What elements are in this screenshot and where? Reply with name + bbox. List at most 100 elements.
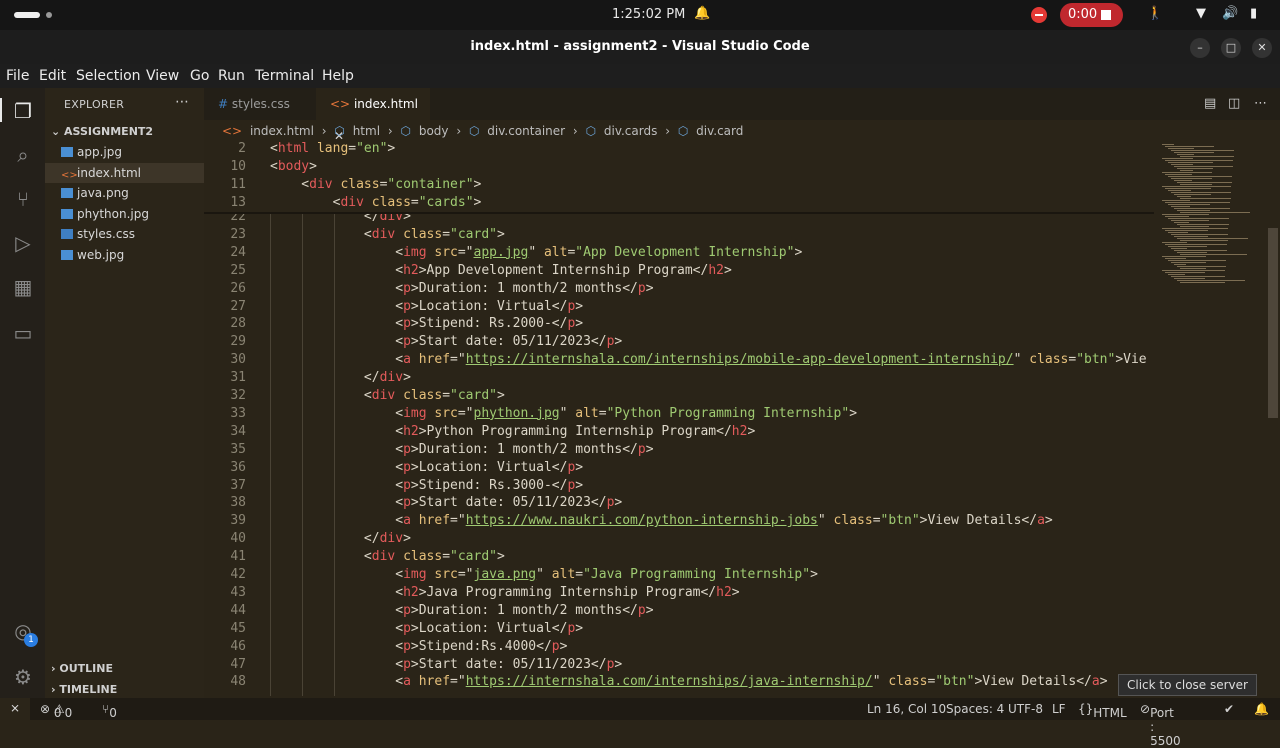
breadcrumb-file[interactable]: index.html: [250, 124, 314, 138]
breadcrumb-body[interactable]: body: [419, 124, 449, 138]
element-icon: ⬡: [468, 124, 480, 138]
code-line[interactable]: 37 <p>Stipend: Rs.3000-</p>: [204, 477, 1154, 495]
tab-index-html[interactable]: <> index.html ✕: [316, 88, 430, 143]
run-debug-icon[interactable]: ▷: [10, 230, 36, 256]
minimize-button[interactable]: –: [1190, 38, 1210, 58]
code-line[interactable]: 41 <div class="card">: [204, 548, 1154, 566]
menu-view[interactable]: View: [146, 68, 179, 84]
end-of-line[interactable]: LF: [1052, 702, 1066, 716]
code-line[interactable]: 38 <p>Start date: 05/11/2023</p>: [204, 494, 1154, 512]
settings-gear-icon[interactable]: ⚙: [10, 664, 36, 690]
code-editor[interactable]: 22 </div> 23 <div class="card"> 24 <img sr…: [204, 140, 1154, 696]
encoding[interactable]: UTF-8: [1008, 702, 1043, 716]
code-line[interactable]: 31 </div>: [204, 369, 1154, 387]
code-line[interactable]: 40 </div>: [204, 530, 1154, 548]
remote-explorer-icon[interactable]: ▭: [10, 320, 36, 346]
sticky-scroll-line[interactable]: 11 <div class="container">: [204, 175, 1154, 194]
extensions-icon[interactable]: ▦: [10, 274, 36, 300]
indentation[interactable]: Spaces: 4: [946, 702, 1004, 716]
file-index-html[interactable]: <>index.html: [45, 163, 204, 183]
accessibility-icon[interactable]: 🚶: [1147, 6, 1163, 21]
code-line[interactable]: 45 <p>Location: Virtual</p>: [204, 620, 1154, 638]
file-java-png[interactable]: java.png: [45, 183, 204, 203]
more-actions-icon[interactable]: ⋯: [175, 94, 189, 110]
code-line[interactable]: 32 <div class="card">: [204, 387, 1154, 405]
wifi-icon[interactable]: ▼: [1196, 6, 1206, 21]
vertical-scrollbar[interactable]: [1268, 228, 1278, 418]
workspace-indicator[interactable]: [14, 12, 40, 18]
language-mode[interactable]: {} HTML: [1078, 702, 1127, 720]
file-web-jpg[interactable]: web.jpg: [45, 245, 204, 265]
explorer-icon[interactable]: ❐: [10, 98, 36, 124]
timeline-section[interactable]: › TIMELINE: [51, 683, 117, 696]
remote-indicator[interactable]: ⨯: [0, 698, 30, 720]
code-line[interactable]: 25 <h2>App Development Internship Progra…: [204, 262, 1154, 280]
sticky-scroll-line[interactable]: 2 <html lang="en">: [204, 140, 1154, 158]
menu-run[interactable]: Run: [218, 68, 245, 84]
problems-indicator[interactable]: ⊗ 0 ⚠ 0: [40, 702, 72, 720]
code-line[interactable]: 30 <a href="https://internshala.com/inte…: [204, 351, 1154, 369]
file-styles-css[interactable]: styles.css: [45, 224, 204, 244]
maximize-button[interactable]: □: [1221, 38, 1241, 58]
line-number: 46: [230, 638, 246, 654]
line-number: 40: [230, 531, 246, 547]
breadcrumb-container[interactable]: div.container: [487, 124, 565, 138]
cursor-position[interactable]: Ln 16, Col 10: [867, 702, 946, 716]
code-line[interactable]: 39 <a href="https://www.naukri.com/pytho…: [204, 512, 1154, 530]
code-line[interactable]: 26 <p>Duration: 1 month/2 months</p>: [204, 280, 1154, 298]
notifications-bell-icon[interactable]: 🔔: [1254, 702, 1269, 716]
tab-styles-css[interactable]: # styles.css: [204, 88, 314, 120]
search-icon[interactable]: ⌕: [10, 142, 36, 168]
stop-recording-icon[interactable]: [1031, 7, 1047, 23]
code-line[interactable]: 44 <p>Duration: 1 month/2 months</p>: [204, 602, 1154, 620]
code-line[interactable]: 42 <img src="java.png" alt="Java Program…: [204, 566, 1154, 584]
menu-terminal[interactable]: Terminal: [255, 68, 314, 84]
menu-edit[interactable]: Edit: [39, 68, 66, 84]
file-app-jpg[interactable]: app.jpg: [45, 142, 204, 162]
language-label: HTML: [1093, 706, 1127, 720]
minimap-line: [1171, 276, 1225, 277]
volume-icon[interactable]: 🔊: [1222, 6, 1238, 21]
breadcrumb-card[interactable]: div.card: [696, 124, 743, 138]
live-server-port[interactable]: ⊘ Port : 5500: [1140, 702, 1181, 748]
workspace-dot[interactable]: [46, 12, 52, 18]
code-line[interactable]: 27 <p>Location: Virtual</p>: [204, 298, 1154, 316]
code-line[interactable]: 46 <p>Stipend:Rs.4000</p>: [204, 638, 1154, 656]
breadcrumb-cards[interactable]: div.cards: [604, 124, 657, 138]
menu-selection[interactable]: Selection: [76, 68, 141, 84]
file-phython-jpg[interactable]: phython.jpg: [45, 204, 204, 224]
open-preview-icon[interactable]: ▤: [1204, 96, 1216, 111]
menu-help[interactable]: Help: [322, 68, 354, 84]
code-line[interactable]: 47 <p>Start date: 05/11/2023</p>: [204, 656, 1154, 674]
accounts-status-icon[interactable]: ✔: [1224, 702, 1234, 716]
code-line[interactable]: 35 <p>Duration: 1 month/2 months</p>: [204, 441, 1154, 459]
minimap[interactable]: [1154, 140, 1268, 696]
ports-indicator[interactable]: ⑂ 0: [102, 702, 117, 720]
code-line[interactable]: 28 <p>Stipend: Rs.2000-</p>: [204, 315, 1154, 333]
menu-file[interactable]: File: [6, 68, 29, 84]
system-clock[interactable]: 1:25:02 PM: [612, 7, 685, 22]
more-actions-icon[interactable]: ⋯: [1254, 96, 1267, 111]
sticky-scroll-line[interactable]: 10 <body>: [204, 157, 1154, 176]
breadcrumb-html[interactable]: html: [353, 124, 380, 138]
code-line[interactable]: 34 <h2>Python Programming Internship Pro…: [204, 423, 1154, 441]
code-line[interactable]: 23 <div class="card">: [204, 226, 1154, 244]
folder-assignment2[interactable]: ⌄ ASSIGNMENT2: [51, 125, 153, 138]
source-control-icon[interactable]: ⑂: [10, 186, 36, 212]
code-line[interactable]: 48 <a href="https://internshala.com/inte…: [204, 673, 1154, 691]
code-line[interactable]: 43 <h2>Java Programming Internship Progr…: [204, 584, 1154, 602]
code-line[interactable]: 36 <p>Location: Virtual</p>: [204, 459, 1154, 477]
recording-indicator[interactable]: 0:00: [1060, 3, 1123, 27]
bell-icon[interactable]: 🔔: [694, 6, 710, 21]
sticky-scroll-line[interactable]: 13 <div class="cards">: [204, 193, 1154, 212]
code-line[interactable]: 24 <img src="app.jpg" alt="App Developme…: [204, 244, 1154, 262]
code-line[interactable]: 29 <p>Start date: 05/11/2023</p>: [204, 333, 1154, 351]
menu-go[interactable]: Go: [190, 68, 209, 84]
minimap-line: [1165, 188, 1211, 189]
close-window-button[interactable]: ✕: [1252, 38, 1272, 58]
minimap-line: [1165, 160, 1233, 161]
split-editor-icon[interactable]: ◫: [1228, 96, 1240, 111]
outline-section[interactable]: › OUTLINE: [51, 662, 113, 675]
battery-icon[interactable]: ▮: [1250, 6, 1257, 21]
code-line[interactable]: 33 <img src="phython.jpg" alt="Python Pr…: [204, 405, 1154, 423]
